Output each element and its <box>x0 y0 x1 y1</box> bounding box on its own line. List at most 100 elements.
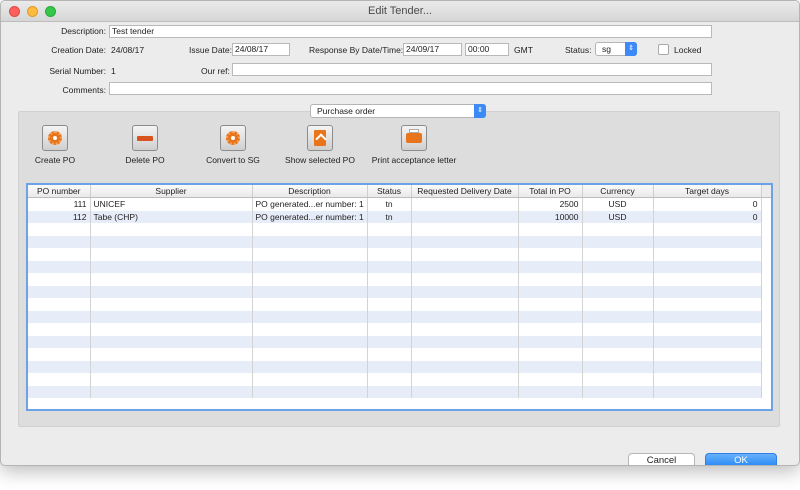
empty-cell <box>582 260 654 273</box>
empty-cell <box>411 248 519 261</box>
empty-cell <box>252 235 368 248</box>
locked-label: Locked <box>674 45 702 55</box>
issue-date-field[interactable]: 24/08/17 <box>232 43 290 56</box>
response-by-date-field[interactable]: 24/09/17 <box>403 43 462 56</box>
empty-cell <box>90 235 253 248</box>
locked-checkbox[interactable] <box>658 44 669 55</box>
empty-cell <box>28 223 91 236</box>
convert-to-sg-button[interactable] <box>220 125 246 151</box>
description-field[interactable]: Test tender <box>109 25 712 38</box>
cell-supplier: Tabe (CHP) <box>90 210 253 223</box>
empty-cell <box>252 285 368 298</box>
window-title: Edit Tender... <box>367 5 432 17</box>
column-header-requested-delivery-date[interactable]: Requested Delivery Date <box>411 185 519 198</box>
cell-total-in-po: 2500 <box>518 197 583 211</box>
empty-cell <box>653 223 762 236</box>
empty-cell <box>367 360 412 373</box>
empty-cell <box>367 310 412 323</box>
empty-cell <box>582 235 654 248</box>
empty-cell <box>90 373 253 386</box>
empty-cell <box>28 248 91 261</box>
empty-table-row <box>28 310 762 323</box>
description-label: Description: <box>61 26 106 36</box>
empty-cell <box>367 298 412 311</box>
status-select[interactable]: sg ⇕ <box>595 42 637 56</box>
empty-cell <box>367 260 412 273</box>
create-po-button[interactable] <box>42 125 68 151</box>
empty-cell <box>411 285 519 298</box>
empty-cell <box>653 273 762 286</box>
empty-cell <box>28 385 91 398</box>
cell-status: tn <box>367 210 412 223</box>
show-selected-po-label[interactable]: Show selected PO <box>281 155 359 165</box>
comments-label: Comments: <box>62 85 106 95</box>
cell-requested-delivery-date <box>411 197 519 211</box>
response-by-time-field[interactable]: 00:00 <box>465 43 509 56</box>
view-selector[interactable]: Purchase order ⇕ <box>310 104 486 118</box>
empty-cell <box>582 360 654 373</box>
column-header-total-in-po[interactable]: Total in PO <box>518 185 583 198</box>
cell-supplier: UNICEF <box>90 197 253 211</box>
cancel-button[interactable]: Cancel <box>628 453 695 465</box>
empty-cell <box>367 373 412 386</box>
empty-cell <box>518 360 583 373</box>
show-selected-po-button[interactable] <box>307 125 333 151</box>
empty-cell <box>411 273 519 286</box>
column-header-description[interactable]: Description <box>252 185 368 198</box>
empty-cell <box>518 335 583 348</box>
column-header-po-number[interactable]: PO number <box>28 185 91 198</box>
empty-cell <box>90 385 253 398</box>
edit-tender-window: Edit Tender... Description: Test tender … <box>0 0 800 466</box>
empty-cell <box>411 310 519 323</box>
ok-button[interactable]: OK <box>705 453 777 465</box>
column-header-supplier[interactable]: Supplier <box>90 185 253 198</box>
empty-cell <box>518 285 583 298</box>
column-header-target-days[interactable]: Target days <box>653 185 762 198</box>
empty-cell <box>367 323 412 336</box>
empty-table-row <box>28 235 762 248</box>
cell-total-in-po: 10000 <box>518 210 583 223</box>
select-arrows-icon: ⇕ <box>474 104 486 118</box>
convert-to-sg-label[interactable]: Convert to SG <box>198 155 268 165</box>
empty-table-row <box>28 298 762 311</box>
empty-table-row <box>28 335 762 348</box>
empty-cell <box>90 223 253 236</box>
empty-cell <box>252 273 368 286</box>
empty-table-row <box>28 260 762 273</box>
empty-cell <box>252 360 368 373</box>
cell-po-number: 112 <box>28 210 91 223</box>
column-header-status[interactable]: Status <box>367 185 412 198</box>
empty-cell <box>367 223 412 236</box>
create-po-label[interactable]: Create PO <box>25 155 85 165</box>
purchase-order-table[interactable]: PO number Supplier Description Status Re… <box>26 183 773 411</box>
cell-target-days: 0 <box>653 197 762 211</box>
response-by-label: Response By Date/Time: <box>309 45 404 55</box>
our-ref-field[interactable] <box>232 63 712 76</box>
empty-cell <box>252 248 368 261</box>
cell-currency: USD <box>582 210 654 223</box>
creation-date-label: Creation Date: <box>51 45 106 55</box>
empty-cell <box>582 273 654 286</box>
empty-cell <box>367 235 412 248</box>
print-acceptance-letter-button[interactable] <box>401 125 427 151</box>
comments-field[interactable] <box>109 82 712 95</box>
column-header-currency[interactable]: Currency <box>582 185 654 198</box>
empty-cell <box>582 385 654 398</box>
empty-cell <box>90 273 253 286</box>
empty-cell <box>28 273 91 286</box>
table-row[interactable]: 112 Tabe (CHP) PO generated...er number:… <box>28 210 762 223</box>
export-document-icon <box>314 130 326 146</box>
print-acceptance-letter-label[interactable]: Print acceptance letter <box>365 155 463 165</box>
empty-table-row <box>28 285 762 298</box>
delete-po-label[interactable]: Delete PO <box>115 155 175 165</box>
empty-cell <box>28 310 91 323</box>
empty-cell <box>90 335 253 348</box>
empty-cell <box>28 298 91 311</box>
empty-cell <box>411 260 519 273</box>
empty-table-row <box>28 248 762 261</box>
delete-po-button[interactable] <box>132 125 158 151</box>
empty-cell <box>582 335 654 348</box>
empty-cell <box>90 285 253 298</box>
empty-cell <box>653 298 762 311</box>
table-row[interactable]: 111 UNICEF PO generated...er number: 1 t… <box>28 197 762 211</box>
